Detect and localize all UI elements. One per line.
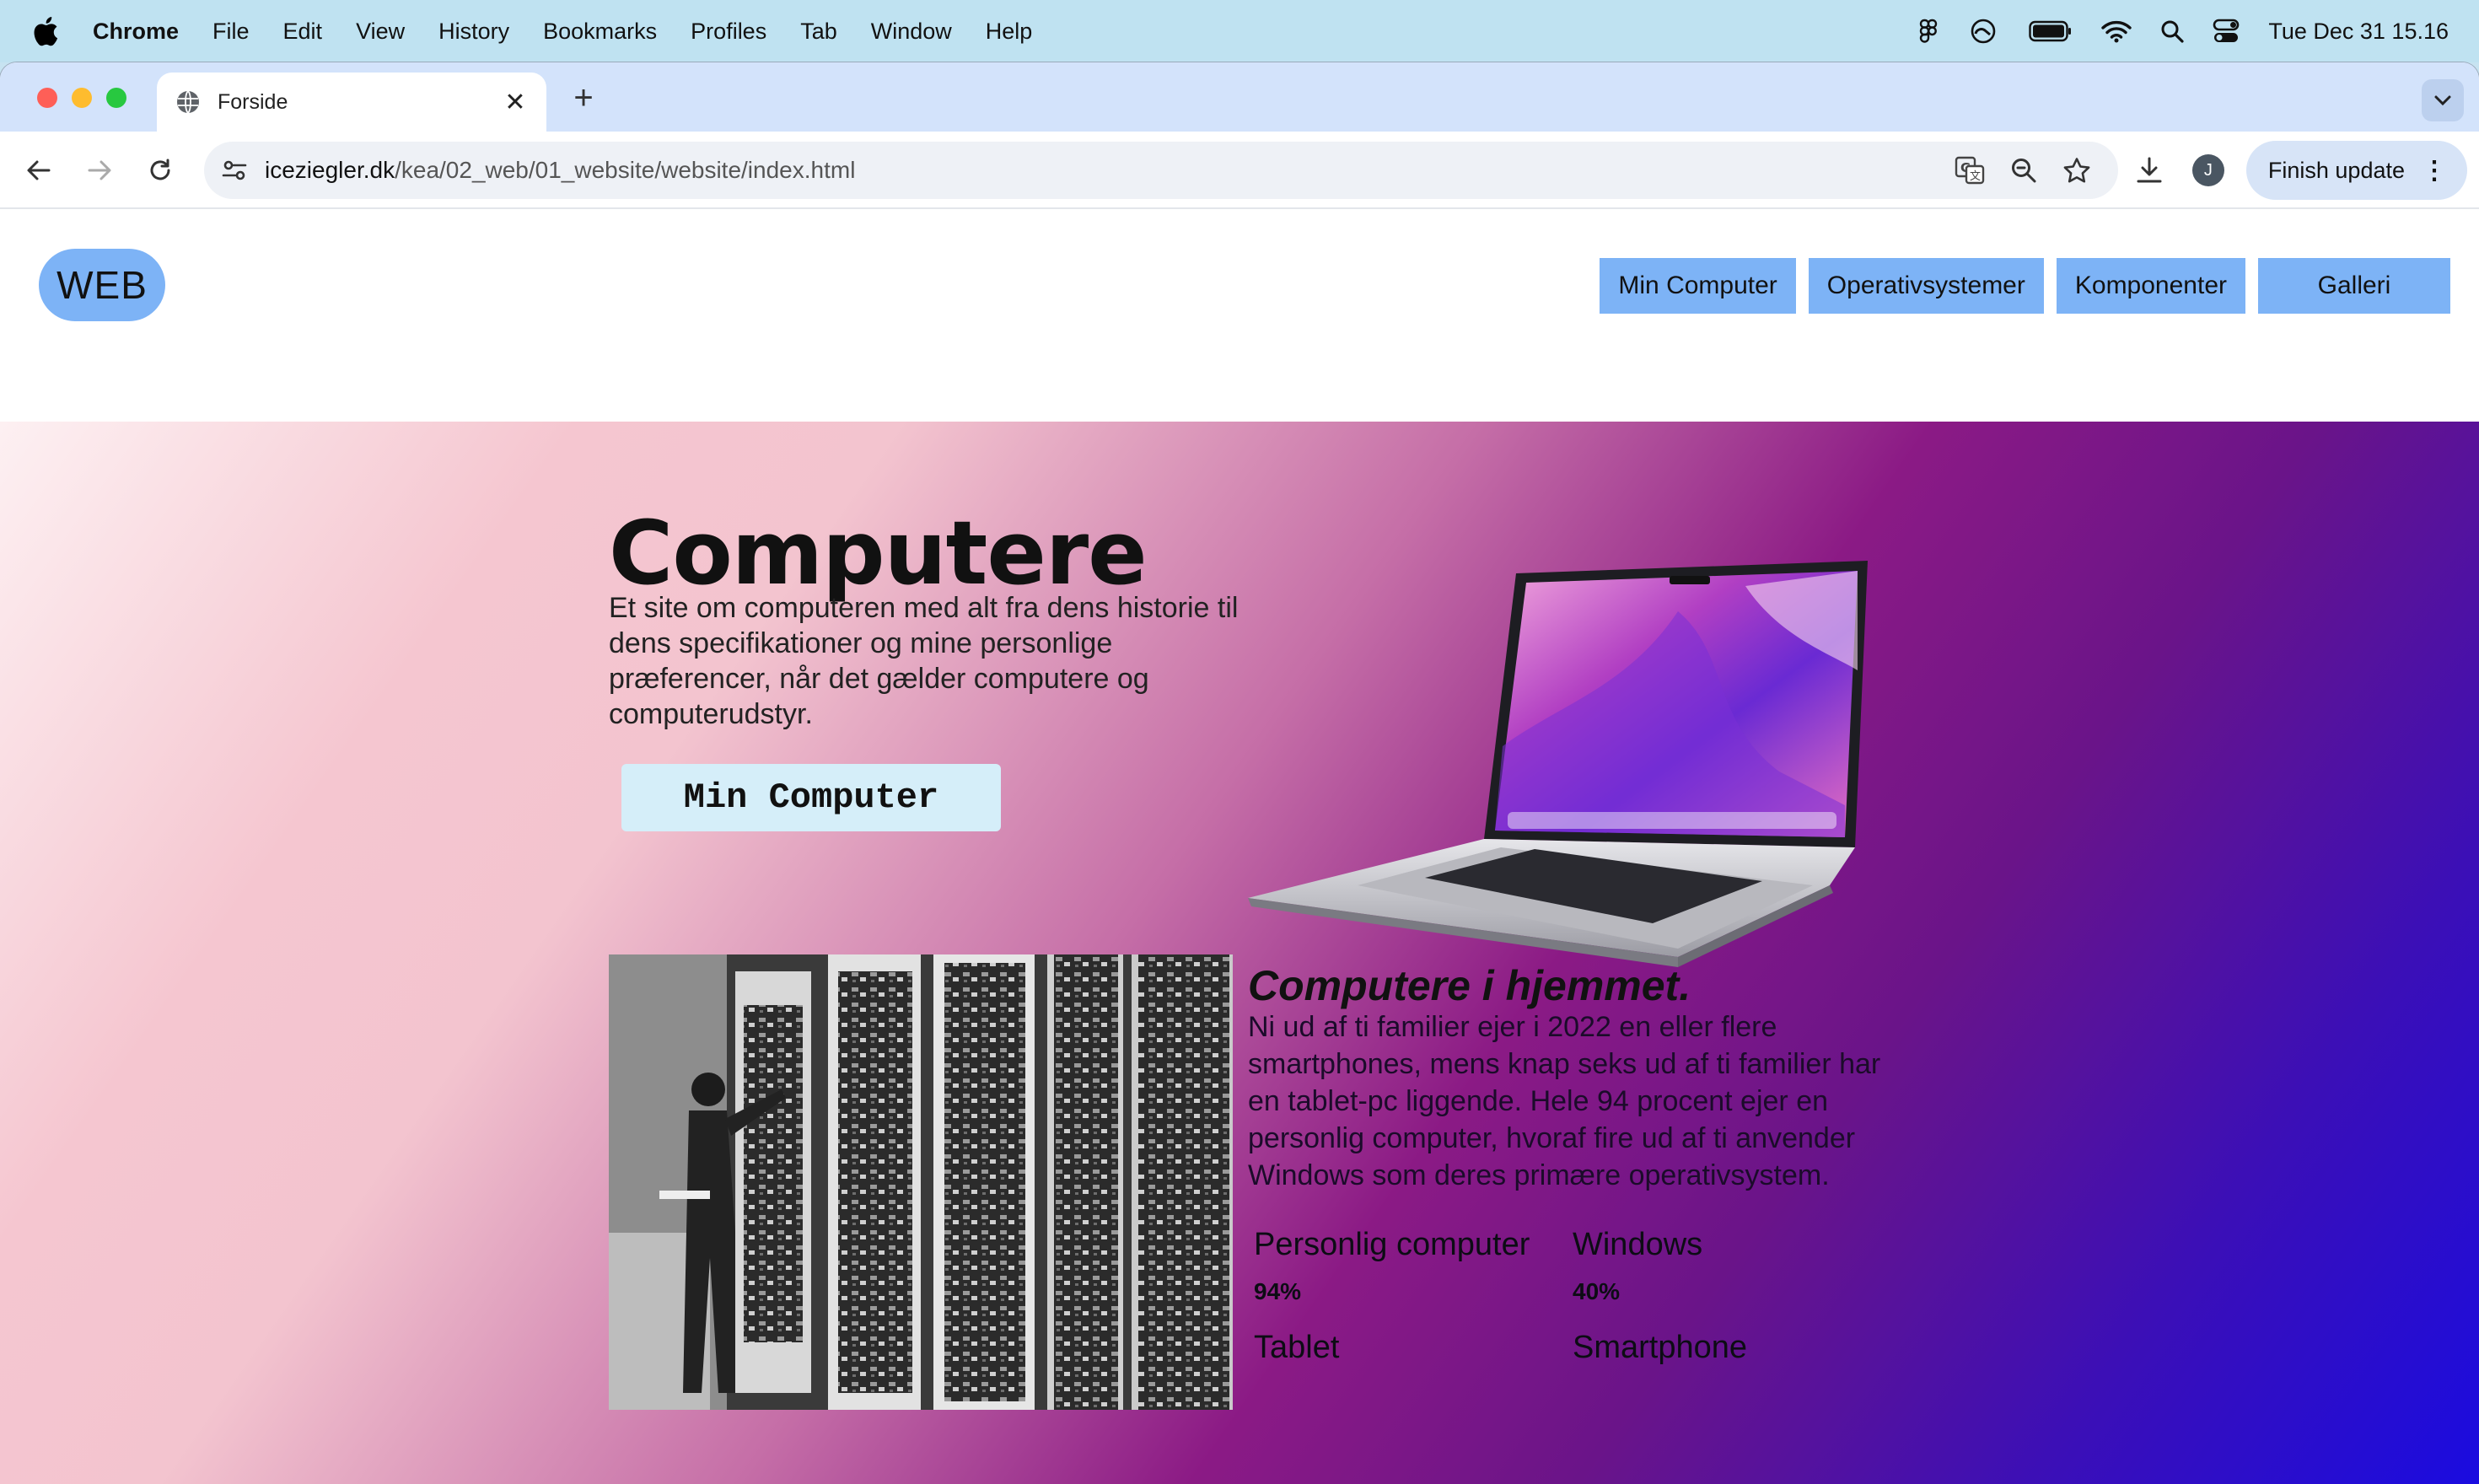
bookmark-star-icon[interactable]: [2062, 157, 2091, 184]
browser-window: Forside ✕ + iceziegler.dk/kea/02_web/01_…: [0, 62, 2479, 1484]
stat-smartphone: Smartphone: [1573, 1330, 1893, 1366]
menu-bookmarks[interactable]: Bookmarks: [543, 19, 657, 45]
back-button[interactable]: [20, 152, 57, 189]
site-info-icon[interactable]: [219, 155, 250, 186]
laptop-image: [1248, 561, 1868, 967]
address-bar[interactable]: iceziegler.dk/kea/02_web/01_website/webs…: [204, 142, 2118, 199]
window-controls: [37, 88, 126, 108]
menu-profiles[interactable]: Profiles: [691, 19, 766, 45]
url-path: /kea/02_web/01_website/website/index.htm…: [395, 157, 856, 183]
translate-icon[interactable]: G文: [1955, 156, 1985, 185]
nav-min-computer[interactable]: Min Computer: [1600, 258, 1796, 314]
arrow-left-icon: [27, 160, 51, 180]
creative-cloud-icon[interactable]: [1966, 19, 2000, 44]
address-bar-actions: G文: [1955, 142, 2091, 199]
browser-toolbar: iceziegler.dk/kea/02_web/01_website/webs…: [0, 132, 2479, 209]
figma-icon[interactable]: [1919, 19, 1938, 44]
hero-title: Computere: [609, 502, 1148, 605]
control-center-icon[interactable]: [2213, 19, 2240, 44]
section-paragraph: Ni ud af ti familier ejer i 2022 en elle…: [1248, 1011, 1881, 1191]
close-window-button[interactable]: [37, 88, 57, 108]
menubar-status-area: Tue Dec 31 15.16: [1919, 19, 2449, 45]
menu-edit[interactable]: Edit: [283, 19, 323, 45]
site-header: WEB Min Computer Operativsystemer Kompon…: [0, 211, 2479, 358]
menu-window[interactable]: Window: [871, 19, 952, 45]
menu-help[interactable]: Help: [986, 19, 1033, 45]
url-text[interactable]: iceziegler.dk/kea/02_web/01_website/webs…: [265, 157, 855, 184]
nav-komponenter[interactable]: Komponenter: [2056, 258, 2245, 314]
menu-history[interactable]: History: [438, 19, 509, 45]
minimize-window-button[interactable]: [72, 88, 92, 108]
reload-icon: [150, 159, 170, 180]
stat-label: Personlig computer: [1254, 1227, 1530, 1262]
menubar-clock[interactable]: Tue Dec 31 15.16: [2268, 19, 2449, 45]
url-host: iceziegler.dk: [265, 157, 395, 183]
hero-section: Computere Et site om computeren med alt …: [0, 422, 2479, 1484]
mainframe-photo-illustration: [609, 954, 1233, 1410]
stat-label: Tablet: [1254, 1330, 1340, 1365]
hero-lead: Et site om computeren med alt fra dens h…: [609, 592, 1239, 730]
reload-button[interactable]: [142, 152, 179, 189]
apple-logo-icon[interactable]: [30, 14, 59, 48]
stat-value: 40%: [1573, 1278, 1621, 1304]
spotlight-search-icon[interactable]: [2160, 19, 2184, 43]
close-tab-icon[interactable]: ✕: [503, 88, 528, 117]
nav-galleri[interactable]: Galleri: [2258, 258, 2450, 314]
tab-title: Forside: [218, 89, 288, 114]
forward-button[interactable]: [81, 152, 118, 189]
new-tab-button[interactable]: +: [567, 81, 600, 115]
section-heading: Computere i hjemmet.: [1248, 962, 1691, 1009]
menu-view[interactable]: View: [356, 19, 405, 45]
profile-avatar[interactable]: J: [2191, 154, 2224, 186]
stat-windows: Windows 40%: [1573, 1227, 1893, 1305]
web-page: WEB Min Computer Operativsystemer Kompon…: [0, 211, 2479, 1484]
tab-strip: Forside ✕ +: [0, 62, 2479, 132]
stat-label: Smartphone: [1573, 1330, 1748, 1365]
download-icon[interactable]: [2135, 156, 2164, 185]
tab-search-button[interactable]: [2422, 79, 2464, 121]
chevron-down-icon: [2434, 95, 2451, 106]
wifi-icon[interactable]: [2101, 19, 2132, 43]
arrow-right-icon: [88, 160, 111, 180]
stat-value: 94%: [1254, 1278, 1302, 1304]
nav-operativsystemer[interactable]: Operativsystemer: [1808, 258, 2044, 314]
menu-file[interactable]: File: [212, 19, 250, 45]
zoom-icon[interactable]: [2010, 157, 2037, 184]
battery-icon[interactable]: [2029, 20, 2073, 42]
site-logo[interactable]: WEB: [39, 249, 165, 321]
mainframe-photo: [609, 954, 1233, 1410]
more-menu-icon: ⋮: [2422, 156, 2447, 185]
menu-tab[interactable]: Tab: [800, 19, 837, 45]
svg-text:文: 文: [1970, 170, 1981, 183]
tab-forside[interactable]: Forside ✕: [157, 73, 546, 132]
finish-update-button[interactable]: Finish update ⋮: [2245, 141, 2467, 200]
zoom-window-button[interactable]: [106, 88, 126, 108]
stat-tablet: Tablet: [1254, 1330, 1574, 1366]
macos-menubar: Chrome File Edit View History Bookmarks …: [0, 0, 2479, 62]
stat-label: Windows: [1573, 1227, 1703, 1262]
site-nav: Min Computer Operativsystemer Komponente…: [1600, 258, 2450, 314]
globe-icon: [177, 90, 199, 114]
toolbar-right: J Finish update ⋮: [2135, 132, 2479, 209]
stat-personlig-computer: Personlig computer 94%: [1254, 1227, 1574, 1305]
finish-update-label: Finish update: [2267, 157, 2405, 183]
menu-app-name[interactable]: Chrome: [93, 19, 179, 45]
min-computer-button[interactable]: Min Computer: [621, 764, 1001, 831]
